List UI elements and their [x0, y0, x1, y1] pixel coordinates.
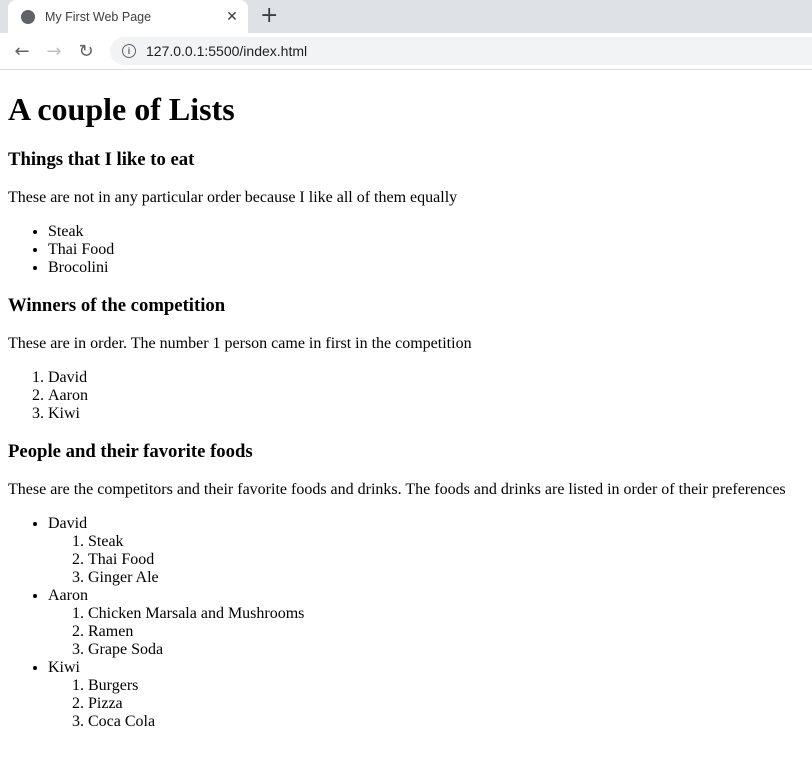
people-list: David Steak Thai Food Ginger Ale Aaron C…	[8, 515, 804, 731]
list-item: Steak	[88, 533, 804, 551]
info-icon[interactable]: i	[122, 44, 136, 58]
list-item: Coca Cola	[88, 713, 804, 731]
section-heading: Things that I like to eat	[8, 149, 195, 170]
close-icon[interactable]: ✕	[224, 8, 240, 25]
list-item: Ramen	[88, 623, 804, 641]
list-item: Brocolini	[48, 259, 804, 277]
person-name: Kiwi	[48, 659, 80, 676]
page-title: A couple of Lists	[8, 91, 235, 127]
plus-icon[interactable]: +	[260, 3, 278, 28]
list-item: Steak	[48, 223, 804, 241]
page-content: A couple of Lists Things that I like to …	[0, 91, 812, 731]
list-item: Pizza	[88, 695, 804, 713]
list-item: Ginger Ale	[88, 569, 804, 587]
url-text: 127.0.0.1:5500/index.html	[146, 43, 308, 59]
arrow-left-icon[interactable]: ←	[6, 41, 38, 62]
section-heading: People and their favorite foods	[8, 441, 253, 462]
list-item: Aaron	[48, 387, 804, 405]
favorites-list: Chicken Marsala and Mushrooms Ramen Grap…	[48, 605, 804, 659]
list-item: Chicken Marsala and Mushrooms	[88, 605, 804, 623]
person-item: David Steak Thai Food Ginger Ale	[48, 515, 804, 587]
reload-icon[interactable]: ↻	[70, 41, 102, 62]
list-item: David	[48, 369, 804, 387]
tab-title: My First Web Page	[45, 9, 152, 24]
browser-toolbar: ← → ↻ i 127.0.0.1:5500/index.html	[0, 33, 812, 70]
favorites-list: Burgers Pizza Coca Cola	[48, 677, 804, 731]
address-bar[interactable]: i 127.0.0.1:5500/index.html	[110, 37, 812, 65]
person-name: Aaron	[48, 587, 88, 604]
list-item: Grape Soda	[88, 641, 804, 659]
list-item: Thai Food	[48, 241, 804, 259]
section-description: These are not in any particular order be…	[8, 189, 458, 206]
winners-list: David Aaron Kiwi	[8, 369, 804, 423]
tab-active[interactable]: My First Web Page ✕	[8, 0, 248, 33]
tab-strip: My First Web Page ✕ +	[0, 0, 812, 33]
person-name: David	[48, 515, 88, 532]
list-item: Kiwi	[48, 405, 804, 423]
favorites-list: Steak Thai Food Ginger Ale	[48, 533, 804, 587]
person-item: Kiwi Burgers Pizza Coca Cola	[48, 659, 804, 731]
section-heading: Winners of the competition	[8, 295, 226, 316]
list-item: Burgers	[88, 677, 804, 695]
person-item: Aaron Chicken Marsala and Mushrooms Rame…	[48, 587, 804, 659]
section-description: These are in order. The number 1 person …	[8, 335, 472, 352]
list-item: Thai Food	[88, 551, 804, 569]
arrow-right-icon[interactable]: →	[38, 41, 70, 62]
globe-icon	[21, 9, 35, 24]
section-description: These are the competitors and their favo…	[8, 481, 786, 498]
food-list: Steak Thai Food Brocolini	[8, 223, 804, 277]
